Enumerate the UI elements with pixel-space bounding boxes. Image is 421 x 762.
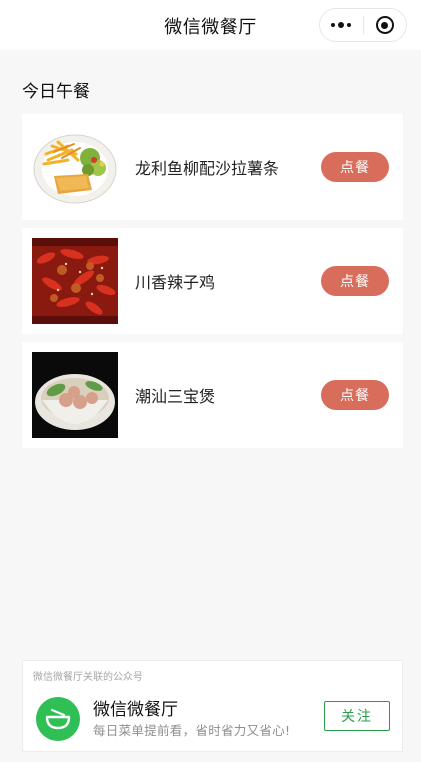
bowl-icon[interactable] bbox=[36, 697, 80, 741]
dish-name: 潮汕三宝煲 bbox=[135, 387, 216, 406]
dish-card: 潮汕三宝煲 点餐 bbox=[22, 342, 403, 448]
dish-card: 龙利鱼柳配沙拉薯条 点餐 bbox=[22, 114, 403, 220]
capsule-menu bbox=[319, 8, 407, 42]
dish-name: 龙利鱼柳配沙拉薯条 bbox=[135, 159, 280, 178]
official-account-description: 每日菜单提前看，省时省力又省心! bbox=[93, 723, 291, 738]
order-button[interactable]: 点餐 bbox=[321, 380, 389, 410]
target-circle-icon bbox=[375, 16, 394, 34]
dish-image-fish-salad bbox=[32, 124, 118, 210]
order-button[interactable]: 点餐 bbox=[321, 152, 389, 182]
official-account-caption: 微信微餐厅关联的公众号 bbox=[33, 672, 143, 683]
official-account-bar: 微信微餐厅关联的公众号 微信微餐厅 每日菜单提前看，省时省力又省心! 关注 bbox=[22, 660, 403, 752]
more-button[interactable] bbox=[320, 9, 363, 41]
dish-name: 川香辣子鸡 bbox=[135, 273, 216, 292]
dish-card: 川香辣子鸡 点餐 bbox=[22, 228, 403, 334]
navigation-bar: 微信微餐厅 bbox=[0, 0, 421, 50]
dish-image-meatball-soup bbox=[32, 352, 118, 438]
follow-button[interactable]: 关注 bbox=[324, 701, 390, 731]
more-dots-icon bbox=[331, 22, 352, 28]
mini-program-page: 微信微餐厅 今日午餐 龙利鱼柳配沙拉薯条 点餐 川香辣子鸡 点餐 潮汕三宝煲 点… bbox=[0, 0, 421, 762]
close-button[interactable] bbox=[364, 9, 407, 41]
dish-image-spicy-chicken bbox=[32, 238, 118, 324]
order-button[interactable]: 点餐 bbox=[321, 266, 389, 296]
section-title: 今日午餐 bbox=[22, 82, 90, 102]
official-account-name[interactable]: 微信微餐厅 bbox=[93, 695, 178, 720]
